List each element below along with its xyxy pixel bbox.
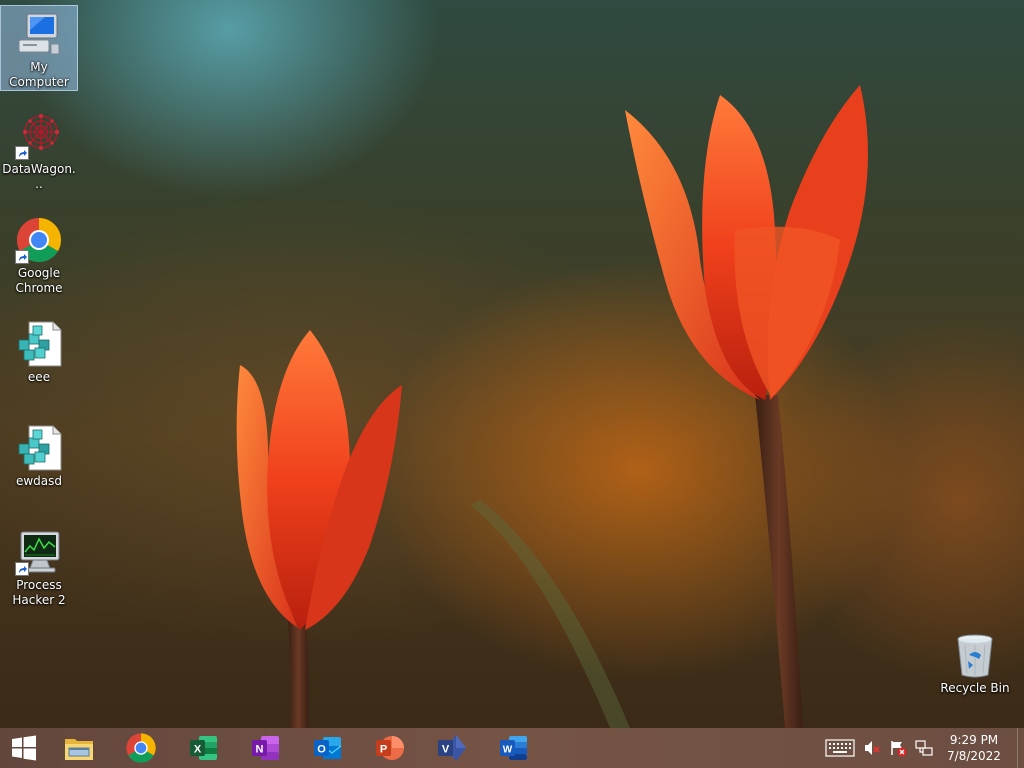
powerpoint-icon: P — [376, 736, 404, 760]
desktop-icon-label: Process Hacker 2 — [12, 578, 66, 607]
volume-muted-icon — [865, 741, 880, 755]
registry-file-icon — [18, 321, 62, 367]
network-button[interactable] — [911, 728, 937, 768]
clock-date: 7/8/2022 — [947, 749, 1001, 763]
taskbar: X N O P V W 9:29 PM 7/8/2022 — [0, 728, 1024, 768]
desktop[interactable]: My Computer DataWagon... Google Chrome e… — [0, 0, 1024, 728]
taskbar-excel[interactable]: X — [172, 728, 234, 768]
wallpaper-tulips — [236, 85, 868, 728]
clock-time: 9:29 PM — [949, 733, 999, 747]
desktop-icon-recycle-bin[interactable]: Recycle Bin — [937, 627, 1013, 696]
network-icon — [915, 740, 933, 756]
desktop-icon-label: Google Chrome — [15, 266, 63, 295]
action-center-flag-icon — [891, 741, 907, 757]
taskbar-file-explorer[interactable] — [48, 728, 110, 768]
taskbar-word[interactable]: W — [482, 728, 544, 768]
shortcut-arrow-icon — [15, 562, 29, 576]
shortcut-arrow-icon — [15, 250, 29, 264]
volume-button[interactable] — [859, 728, 885, 768]
system-tray: 9:29 PM 7/8/2022 — [821, 728, 1024, 768]
desktop-icon-label: eee — [27, 370, 51, 384]
file-explorer-icon — [65, 739, 93, 760]
registry-file-icon — [18, 425, 62, 471]
word-icon: W — [500, 736, 527, 760]
recycle-bin-icon — [957, 634, 993, 678]
svg-text:N: N — [256, 744, 264, 756]
excel-icon: X — [190, 736, 217, 760]
desktop-icon-label: DataWagon... — [2, 162, 76, 191]
desktop-icon-label: ewdasd — [15, 474, 63, 488]
desktop-icon-label: Recycle Bin — [940, 681, 1010, 695]
touch-keyboard-button[interactable] — [821, 728, 859, 768]
desktop-icon-datawagon[interactable]: DataWagon... — [1, 108, 77, 192]
visio-icon: V — [438, 735, 466, 761]
desktop-icon-my-computer[interactable]: My Computer — [0, 5, 78, 91]
desktop-icon-ewdasd[interactable]: ewdasd — [1, 420, 77, 489]
show-desktop-button[interactable] — [1017, 728, 1024, 768]
taskbar-powerpoint[interactable]: P — [358, 728, 420, 768]
taskbar-google-chrome[interactable] — [110, 728, 172, 768]
taskbar-outlook[interactable]: O — [296, 728, 358, 768]
keyboard-icon — [825, 739, 855, 757]
computer-icon — [18, 13, 60, 55]
chrome-icon — [126, 733, 156, 763]
desktop-icon-eee[interactable]: eee — [1, 316, 77, 385]
action-center-button[interactable] — [885, 728, 911, 768]
taskbar-onenote[interactable]: N — [234, 728, 296, 768]
desktop-icon-google-chrome[interactable]: Google Chrome — [1, 212, 77, 296]
desktop-icon-label: My Computer — [9, 60, 69, 89]
taskbar-visio[interactable]: V — [420, 728, 482, 768]
outlook-icon: O — [314, 737, 342, 759]
svg-text:P: P — [380, 744, 387, 756]
desktop-icon-process-hacker-2[interactable]: Process Hacker 2 — [1, 524, 77, 608]
windows-logo-icon — [12, 735, 36, 761]
taskbar-clock[interactable]: 9:29 PM 7/8/2022 — [937, 732, 1017, 764]
svg-text:W: W — [503, 745, 513, 756]
start-button[interactable] — [0, 728, 48, 768]
svg-text:V: V — [442, 744, 450, 756]
shortcut-arrow-icon — [15, 146, 29, 160]
onenote-icon: N — [252, 736, 279, 760]
svg-text:O: O — [317, 744, 326, 756]
svg-text:X: X — [194, 744, 202, 756]
